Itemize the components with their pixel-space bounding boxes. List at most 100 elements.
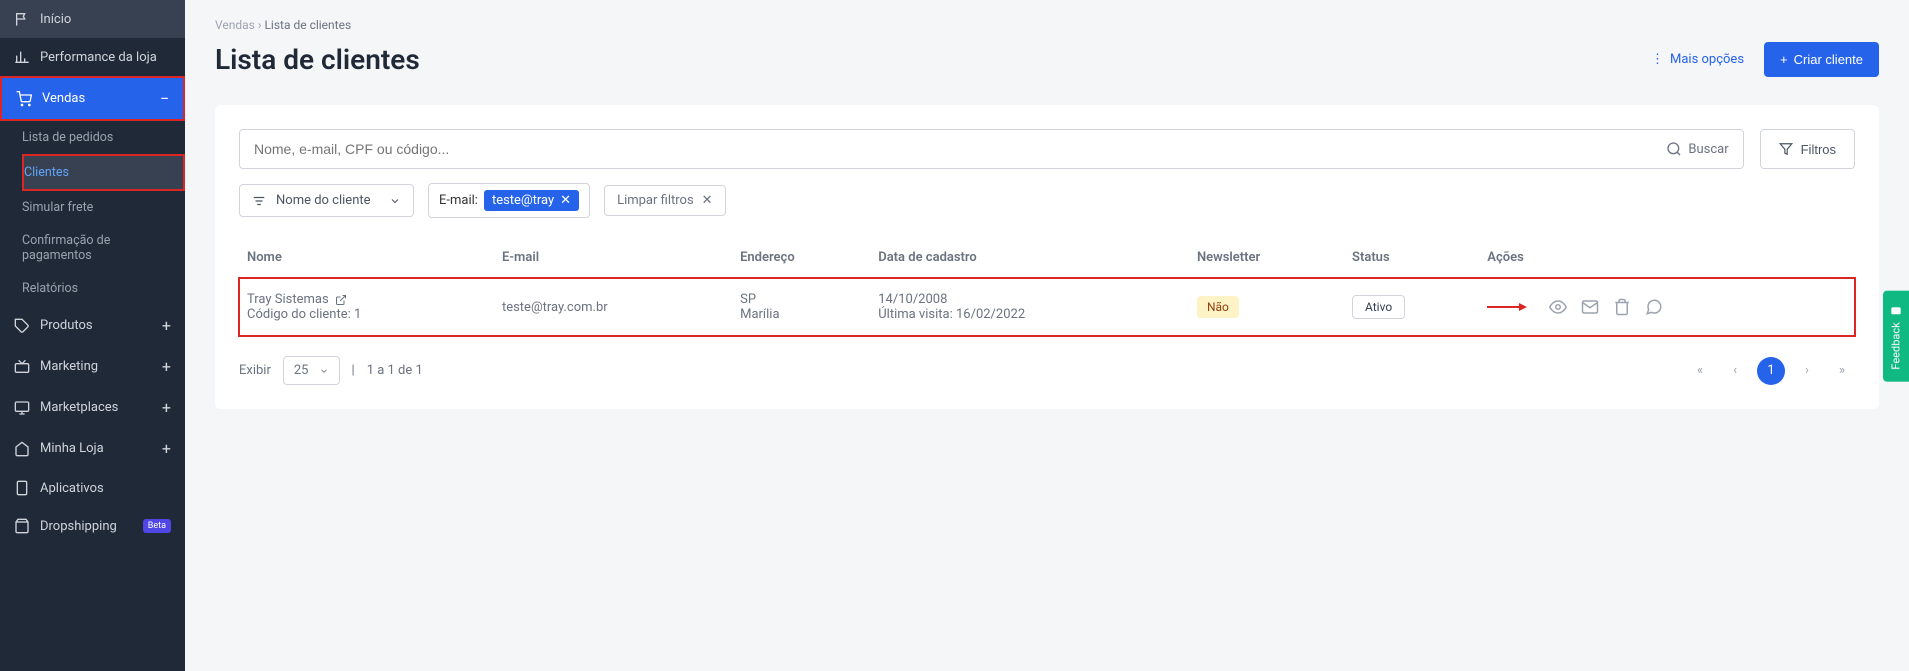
cell-acoes	[1479, 278, 1855, 337]
cell-newsletter: Não	[1189, 278, 1344, 337]
page-last[interactable]: »	[1829, 357, 1855, 384]
page-title: Lista de clientes	[215, 43, 420, 76]
nav-sub-pagamentos[interactable]: Confirmação de pagamentos	[22, 224, 185, 272]
mail-icon[interactable]	[1581, 298, 1599, 316]
expand-icon: +	[162, 439, 171, 458]
nav-sub-label: Confirmação de pagamentos	[22, 233, 171, 263]
filters-button[interactable]: Filtros	[1760, 129, 1855, 169]
search-box: Buscar	[239, 129, 1744, 169]
th-cadastro: Data de cadastro	[870, 238, 1189, 278]
nav-marketing[interactable]: Marketing +	[0, 346, 185, 387]
nav-produtos[interactable]: Produtos +	[0, 305, 185, 346]
chevron-down-icon	[389, 195, 401, 207]
search-input[interactable]	[254, 141, 1666, 157]
sort-select[interactable]: Nome do cliente	[239, 184, 414, 217]
nav-performance[interactable]: Performance da loja	[0, 38, 185, 76]
search-button[interactable]: Buscar	[1666, 141, 1728, 157]
nav-inicio[interactable]: Início	[0, 0, 185, 38]
addr-line2: Marília	[740, 307, 862, 322]
email-filter-value-chip[interactable]: teste@tray ✕	[484, 190, 579, 211]
newsletter-badge: Não	[1197, 296, 1239, 318]
nav-label: Dropshipping	[40, 519, 117, 534]
nav-label: Vendas	[42, 91, 85, 106]
nav-sub-label: Lista de pedidos	[22, 130, 113, 145]
nav-sub-label: Clientes	[24, 165, 69, 180]
more-options-button[interactable]: ⋮ Mais opções	[1651, 52, 1744, 67]
beta-badge: Beta	[143, 519, 171, 533]
eye-icon[interactable]	[1549, 298, 1567, 316]
whatsapp-icon[interactable]	[1645, 298, 1663, 316]
external-link-icon[interactable]	[335, 294, 347, 306]
page-size-select[interactable]: 25	[283, 356, 340, 385]
email-filter-value: teste@tray	[492, 193, 554, 208]
page-current[interactable]: 1	[1757, 357, 1785, 385]
nav-sub-pedidos[interactable]: Lista de pedidos	[22, 121, 185, 154]
cart-icon	[16, 91, 32, 107]
sort-label: Nome do cliente	[276, 193, 371, 208]
cell-email: teste@tray.com.br	[494, 278, 732, 337]
client-code: Código do cliente: 1	[247, 307, 486, 322]
breadcrumb: Vendas › Lista de clientes	[215, 18, 1879, 32]
tv-icon	[14, 359, 30, 375]
bag-icon	[14, 518, 30, 534]
th-email: E-mail	[494, 238, 732, 278]
nav-minha-loja[interactable]: Minha Loja +	[0, 428, 185, 469]
table-row: Tray Sistemas Código do cliente: 1 teste…	[239, 278, 1855, 337]
clear-filters-button[interactable]: Limpar filtros ✕	[604, 185, 726, 216]
feedback-icon	[1889, 302, 1903, 316]
clients-table: Nome E-mail Endereço Data de cadastro Ne…	[239, 238, 1855, 336]
sidebar: Início Performance da loja Vendas − List…	[0, 0, 185, 671]
th-status: Status	[1344, 238, 1479, 278]
page-header: Vendas › Lista de clientes Lista de clie…	[185, 0, 1909, 87]
search-icon	[1666, 141, 1682, 157]
more-options-label: Mais opções	[1670, 52, 1744, 67]
page-first[interactable]: «	[1687, 357, 1713, 384]
cell-endereco: SP Marília	[732, 278, 870, 337]
nav-sub-frete[interactable]: Simular frete	[22, 191, 185, 224]
create-client-button[interactable]: + Criar cliente	[1764, 42, 1879, 77]
nav-vendas-submenu: Lista de pedidos Clientes Simular frete …	[0, 121, 185, 305]
feedback-tab[interactable]: Feedback	[1883, 290, 1909, 381]
addr-line1: SP	[740, 292, 862, 307]
cell-status: Ativo	[1344, 278, 1479, 337]
home-icon	[14, 441, 30, 457]
reg-date: 14/10/2008	[878, 292, 1181, 307]
pagination: Exibir 25 | 1 a 1 de 1 « ‹ 1 › »	[239, 356, 1855, 385]
collapse-icon: −	[160, 89, 169, 108]
trash-icon[interactable]	[1613, 298, 1631, 316]
nav-sub-relatorios[interactable]: Relatórios	[22, 272, 185, 305]
sort-icon	[252, 194, 266, 208]
page-size-value: 25	[294, 363, 309, 378]
breadcrumb-sep: ›	[258, 18, 262, 32]
th-nome: Nome	[239, 238, 494, 278]
nav-sub-label: Relatórios	[22, 281, 78, 296]
filters-button-label: Filtros	[1801, 142, 1836, 157]
nav-label: Minha Loja	[40, 441, 104, 456]
status-badge: Ativo	[1352, 295, 1405, 319]
nav-label: Aplicativos	[40, 481, 104, 496]
close-icon[interactable]: ✕	[560, 193, 571, 208]
last-visit: Última visita: 16/02/2022	[878, 307, 1181, 322]
tag-icon	[14, 318, 30, 334]
plus-icon: +	[1780, 52, 1788, 67]
th-acoes: Ações	[1479, 238, 1855, 278]
expand-icon: +	[162, 316, 171, 335]
client-name-link[interactable]: Tray Sistemas	[247, 292, 329, 307]
nav-marketplaces[interactable]: Marketplaces +	[0, 387, 185, 428]
breadcrumb-root[interactable]: Vendas	[215, 18, 255, 32]
nav-vendas[interactable]: Vendas −	[0, 76, 185, 121]
page-prev[interactable]: ‹	[1723, 357, 1747, 384]
nav-aplicativos[interactable]: Aplicativos	[0, 469, 185, 507]
filter-icon	[1779, 142, 1793, 156]
expand-icon: +	[162, 398, 171, 417]
arrow-annotation	[1487, 302, 1527, 312]
email-filter-chip: E-mail: teste@tray ✕	[428, 183, 590, 218]
nav-label: Marketing	[40, 359, 98, 374]
range-label: 1 a 1 de 1	[367, 363, 423, 378]
page-next[interactable]: ›	[1795, 357, 1819, 384]
breadcrumb-current: Lista de clientes	[264, 18, 351, 32]
nav-sub-clientes[interactable]: Clientes	[22, 154, 185, 191]
th-endereco: Endereço	[732, 238, 870, 278]
cell-nome: Tray Sistemas Código do cliente: 1	[239, 278, 494, 337]
nav-dropshipping[interactable]: Dropshipping Beta	[0, 507, 185, 545]
